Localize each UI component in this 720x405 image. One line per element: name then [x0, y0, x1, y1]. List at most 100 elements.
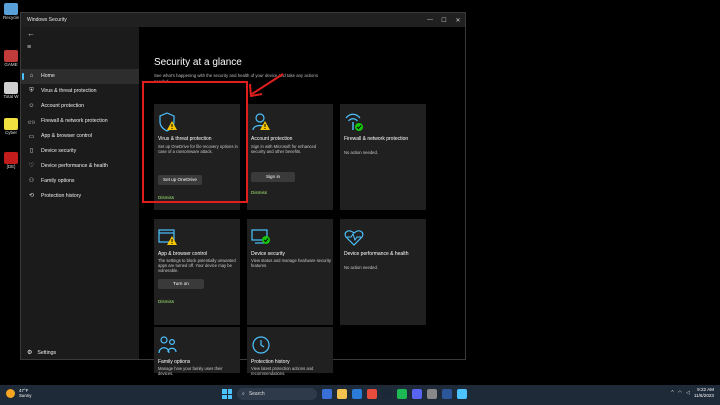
card-description: View status and manage hardware security… — [251, 258, 331, 269]
desktop-icon-de[interactable]: [DE] — [2, 152, 20, 169]
sidebar-item-label: Device security — [41, 147, 77, 154]
settings-link[interactable]: ⚙ Settings — [27, 349, 57, 357]
close-button[interactable]: ✕ — [451, 17, 465, 24]
card-title: Account protection — [251, 136, 293, 142]
sidebar-item-virus-threat[interactable]: ⛨ Virus & threat protection — [21, 84, 139, 99]
turn-on-button[interactable]: Turn on — [158, 279, 204, 289]
clock[interactable]: 9:22 AM 11/6/2023 — [694, 387, 714, 399]
sidebar-item-label: Account protection — [41, 103, 84, 110]
card-title: Device security — [251, 251, 285, 257]
device-icon: ▯ — [29, 148, 34, 155]
desktop-icon-label: Recycle — [2, 15, 19, 20]
device-check-icon — [251, 229, 270, 244]
desktop-icon-label: GAME — [4, 62, 18, 67]
card-title: App & browser control — [158, 251, 208, 257]
card-title: Protection history — [251, 359, 290, 365]
chrome-icon[interactable] — [367, 389, 377, 399]
sidebar-item-app-browser[interactable]: ▭ App & browser control — [21, 129, 139, 144]
discord-icon[interactable] — [412, 389, 422, 399]
desktop-icon-game[interactable]: GAME — [2, 50, 20, 67]
steam-icon[interactable] — [382, 389, 392, 399]
card-description: Sign in with Microsoft for enhanced secu… — [251, 144, 317, 155]
system-tray: ^ ◠ ◁ 9:22 AM 11/6/2023 — [671, 387, 714, 399]
window-title: Windows Security — [27, 17, 67, 23]
weather-desc: Sunny — [19, 393, 32, 398]
recycle-bin-icon — [4, 3, 18, 15]
gear-icon: ⚙ — [27, 350, 33, 356]
card-title: Family options — [158, 359, 191, 365]
card-device-performance[interactable]: Device performance & health No action ne… — [340, 219, 426, 325]
sidebar-item-device-security[interactable]: ▯ Device security — [21, 143, 139, 158]
sidebar-item-label: Family options — [41, 177, 75, 184]
sign-in-button[interactable]: Sign in — [251, 172, 295, 182]
card-title: Device performance & health — [344, 251, 409, 257]
app-warning-icon — [158, 229, 177, 245]
person-icon: ☺ — [28, 103, 35, 110]
total-war-icon — [4, 82, 18, 94]
settings-icon[interactable] — [427, 389, 437, 399]
taskbar-center: ⌕ Search — [222, 388, 467, 400]
desktop-icons: Recycle GAME Total W Cyber [DE] — [0, 0, 22, 385]
person-warning-icon — [252, 113, 270, 131]
sidebar: ← ≡ ⌂ Home ⛨ Virus & threat protection ☺… — [21, 27, 139, 359]
card-device-security[interactable]: Device security View status and manage h… — [247, 219, 333, 325]
dismiss-link[interactable]: Dismiss — [251, 190, 267, 195]
sidebar-item-label: App & browser control — [41, 133, 93, 139]
file-explorer-icon[interactable] — [337, 389, 347, 399]
heart-pulse-icon — [344, 230, 364, 246]
wifi-check-icon — [345, 113, 363, 131]
red-arrow-icon — [249, 73, 284, 98]
desktop-icon-label: Cyber — [4, 130, 17, 135]
sidebar-item-device-performance[interactable]: ♡ Device performance & health — [21, 158, 139, 173]
card-description: The settings to block potentially unwant… — [158, 258, 236, 274]
card-description: View latest protection actions and recom… — [251, 366, 314, 377]
card-protection-history[interactable]: Protection history View latest protectio… — [247, 327, 333, 377]
minimize-button[interactable]: — — [423, 17, 437, 23]
card-account-protection[interactable]: Account protection Sign in with Microsof… — [247, 104, 333, 210]
card-description: No action needed. — [344, 150, 378, 155]
sidebar-item-label: Virus & threat protection — [41, 88, 97, 95]
taskbar-app-icon[interactable] — [322, 389, 332, 399]
wifi-icon: ((·)) — [28, 118, 35, 124]
weather-widget[interactable]: 47°F Sunny — [6, 388, 31, 398]
card-firewall[interactable]: Firewall & network protection No action … — [340, 104, 426, 210]
card-family-options[interactable]: Family options Manage how your family us… — [154, 327, 240, 377]
settings-label: Settings — [37, 349, 57, 356]
family-icon — [158, 336, 177, 354]
volume-icon[interactable]: ◁ — [686, 390, 690, 396]
wifi-icon[interactable]: ◠ — [678, 390, 682, 396]
sidebar-item-label: Device performance & health — [41, 162, 108, 169]
family-icon: ⚇ — [28, 178, 35, 185]
desktop-icon-label: [DE] — [6, 164, 16, 169]
app-window-icon: ▭ — [28, 133, 35, 140]
card-description: No action needed. — [344, 265, 378, 270]
red-highlight-box — [142, 81, 248, 203]
desktop-icon-cyber[interactable]: Cyber — [2, 118, 20, 135]
windows-security-icon[interactable] — [457, 389, 467, 399]
sidebar-item-account[interactable]: ☺ Account protection — [21, 99, 139, 114]
card-description: Manage how your family uses their device… — [158, 366, 223, 377]
desktop-icon-recycle[interactable]: Recycle — [2, 3, 20, 20]
sidebar-nav: ⌂ Home ⛨ Virus & threat protection ☺ Acc… — [21, 69, 139, 203]
spotify-icon[interactable] — [397, 389, 407, 399]
chevron-up-icon[interactable]: ^ — [671, 390, 673, 396]
sun-icon — [6, 388, 15, 398]
heart-icon: ♡ — [28, 163, 35, 170]
taskbar-search[interactable]: ⌕ Search — [237, 388, 317, 400]
sidebar-item-firewall[interactable]: ((·)) Firewall & network protection — [21, 114, 139, 129]
edge-icon[interactable] — [352, 389, 362, 399]
sidebar-item-family[interactable]: ⚇ Family options — [21, 173, 139, 188]
sidebar-item-label: Protection history — [41, 192, 82, 199]
maximize-button[interactable]: ☐ — [437, 17, 451, 24]
hamburger-menu-icon[interactable]: ≡ — [27, 44, 31, 51]
start-button[interactable] — [222, 389, 232, 399]
desktop-icon-total[interactable]: Total W — [2, 82, 20, 99]
sidebar-item-label: Firewall & network protection — [41, 118, 108, 125]
dismiss-link[interactable]: Dismiss — [158, 299, 174, 304]
title-bar[interactable]: Windows Security — ☐ ✕ — [21, 13, 465, 27]
store-icon[interactable] — [442, 389, 452, 399]
sidebar-item-protection-history[interactable]: ⟲ Protection history — [21, 188, 139, 203]
back-arrow-icon[interactable]: ← — [27, 29, 35, 38]
card-app-browser[interactable]: App & browser control The settings to bl… — [154, 219, 240, 325]
sidebar-item-home[interactable]: ⌂ Home — [21, 69, 139, 84]
